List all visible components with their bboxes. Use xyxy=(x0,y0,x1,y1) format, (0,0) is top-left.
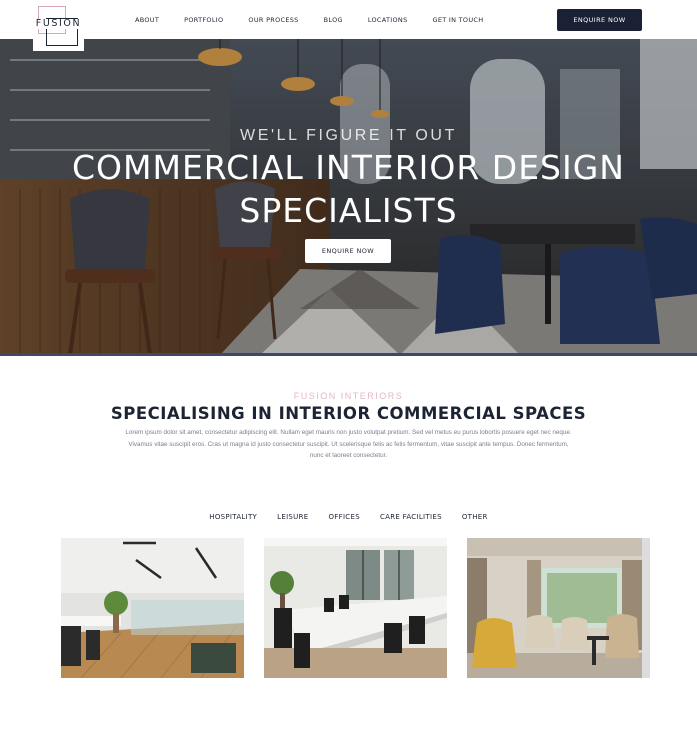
tab-hospitality[interactable]: HOSPITALITY xyxy=(209,512,257,522)
nav-about[interactable]: ABOUT xyxy=(135,15,159,27)
tab-other[interactable]: OTHER xyxy=(462,512,488,522)
hero-enquire-button[interactable]: ENQUIRE NOW xyxy=(305,239,391,263)
portfolio-tabs: HOSPITALITY LEISURE OFFICES CARE FACILIT… xyxy=(0,512,697,522)
hero-divider xyxy=(0,353,697,356)
logo-text: FUSION xyxy=(33,19,84,29)
lounge-photo-image xyxy=(467,538,642,678)
office-photo-image xyxy=(61,538,244,678)
portfolio-card-office-1[interactable] xyxy=(61,538,244,678)
hero-banner: WE'LL FIGURE IT OUT COMMERCIAL INTERIOR … xyxy=(0,39,697,355)
nav-our-process[interactable]: OUR PROCESS xyxy=(248,15,298,27)
nav-locations[interactable]: LOCATIONS xyxy=(368,15,408,27)
meeting-room-photo-image xyxy=(264,538,447,678)
nav-portfolio[interactable]: PORTFOLIO xyxy=(184,15,223,27)
site-logo[interactable]: FUSION xyxy=(33,2,84,51)
site-header: ABOUT PORTFOLIO OUR PROCESS BLOG LOCATIO… xyxy=(0,0,697,39)
header-enquire-button[interactable]: ENQUIRE NOW xyxy=(557,9,642,31)
section-eyebrow: FUSION INTERIORS xyxy=(293,391,404,401)
tab-offices[interactable]: OFFICES xyxy=(328,512,359,522)
portfolio-card-care-1[interactable] xyxy=(467,538,650,678)
portfolio-card-office-2[interactable] xyxy=(264,538,447,678)
tab-care-facilities[interactable]: CARE FACILITIES xyxy=(380,512,442,522)
section-title: SPECIALISING IN INTERIOR COMMERCIAL SPAC… xyxy=(110,404,587,423)
tab-leisure[interactable]: LEISURE xyxy=(277,512,308,522)
hero-kicker: WE'LL FIGURE IT OUT xyxy=(240,127,457,144)
main-nav: ABOUT PORTFOLIO OUR PROCESS BLOG LOCATIO… xyxy=(135,15,508,27)
section-body: Lorem ipsum dolor sit amet, consectetur … xyxy=(125,429,572,459)
nav-get-in-touch[interactable]: GET IN TOUCH xyxy=(433,15,484,27)
nav-blog[interactable]: BLOG xyxy=(324,15,343,27)
hero-title: COMMERCIAL INTERIOR DESIGN SPECIALISTS xyxy=(71,148,625,230)
